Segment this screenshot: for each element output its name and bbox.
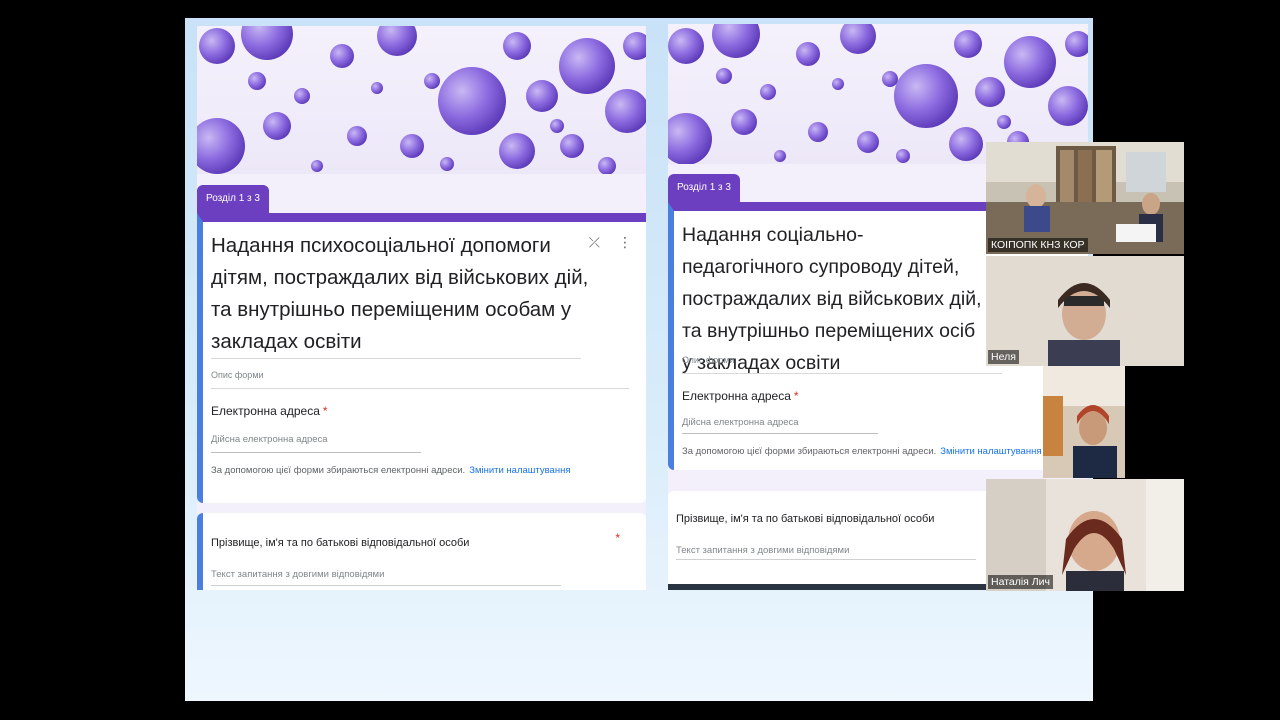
form-description-field[interactable]: Опис форми [682, 355, 735, 365]
form-title[interactable]: Надання психосоціальної допомоги дітям, … [211, 230, 591, 358]
form-editor-left: Розділ 1 з 3 ⤫ ⋮ Надання психосоціальної… [197, 26, 646, 590]
email-field-hint: Дійсна електронна адреса [682, 417, 799, 428]
change-settings-link[interactable]: Змінити налаштування [940, 446, 1041, 457]
email-collection-note: За допомогою цієї форми збираються елект… [211, 465, 570, 476]
description-underline [682, 373, 1002, 374]
taskbar-strip [668, 584, 988, 590]
email-field-underline [682, 433, 878, 434]
more-vert-icon[interactable]: ⋮ [618, 234, 632, 251]
email-field-hint: Дійсна електронна адреса [211, 434, 328, 445]
participant-name: Наталія Лич [988, 575, 1054, 589]
email-collection-text: За допомогою цієї форми збираються елект… [682, 446, 937, 457]
question-card[interactable]: Прізвище, ім'я та по батькові відповідал… [197, 513, 646, 590]
participant-video-tile[interactable]: Неля [986, 256, 1184, 366]
participant-video-tile[interactable]: КОІПОПК КНЗ КОР [986, 142, 1184, 254]
video-feed [1043, 366, 1125, 478]
participant-name: Неля [988, 350, 1019, 364]
required-mark: * [793, 389, 799, 403]
description-underline [211, 388, 629, 389]
email-label-text: Електронна адреса [211, 404, 320, 418]
email-collection-note: За допомогою цієї форми збираються елект… [682, 446, 1041, 457]
participant-video-tile[interactable] [1043, 366, 1125, 478]
section-tab[interactable]: Розділ 1 з 3 [668, 174, 740, 202]
question-required-mark: * [615, 531, 620, 545]
section-tab[interactable]: Розділ 1 з 3 [197, 185, 269, 213]
form-header-image [197, 26, 646, 174]
email-collection-text: За допомогою цієї форми збираються елект… [211, 465, 466, 476]
question-answer-underline [676, 559, 976, 560]
change-settings-link[interactable]: Змінити налаштування [469, 465, 570, 476]
email-field-label: Електронна адреса * [682, 389, 799, 403]
participant-name: КОІПОПК КНЗ КОР [988, 238, 1088, 252]
question-answer-hint: Текст запитання з довгими відповідями [211, 569, 385, 580]
email-field-label: Електронна адреса * [211, 404, 328, 418]
question-title[interactable]: Прізвище, ім'я та по батькові відповідал… [676, 513, 934, 525]
title-underline [211, 358, 581, 359]
question-answer-underline [211, 585, 561, 586]
participant-video-tile[interactable]: Наталія Лич [986, 479, 1184, 591]
question-title[interactable]: Прізвище, ім'я та по батькові відповідал… [211, 537, 469, 549]
question-answer-hint: Текст запитання з довгими відповідями [676, 545, 850, 556]
form-title-card[interactable]: ⤫ ⋮ Надання психосоціальної допомоги діт… [197, 213, 646, 503]
required-mark: * [322, 404, 328, 418]
header-icons: ⤫ ⋮ [589, 234, 632, 251]
email-label-text: Електронна адреса [682, 389, 791, 403]
shared-screen: Розділ 1 з 3 ⤫ ⋮ Надання психосоціальної… [185, 18, 1093, 701]
email-field-underline [211, 452, 421, 453]
form-description-field[interactable]: Опис форми [211, 370, 264, 380]
